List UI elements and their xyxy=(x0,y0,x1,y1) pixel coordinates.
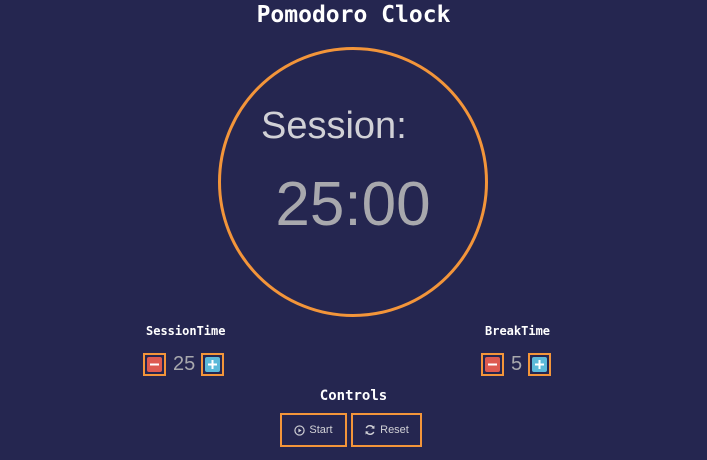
break-time-title: BreakTime xyxy=(485,324,551,338)
clock-time: 25:00 xyxy=(275,170,431,239)
controls-title: Controls xyxy=(319,388,388,404)
start-button-label: Start xyxy=(309,424,333,436)
break-decrement-button[interactable] xyxy=(481,353,504,376)
minus-icon xyxy=(488,363,497,366)
reset-button-label: Reset xyxy=(380,424,409,436)
play-circle-icon xyxy=(294,424,306,436)
session-increment-button[interactable] xyxy=(201,353,224,376)
page-title: Pomodoro Clock xyxy=(256,2,451,28)
plus-icon xyxy=(535,360,544,369)
session-decrement-button[interactable] xyxy=(143,353,166,376)
start-button[interactable]: Start xyxy=(280,413,347,447)
minus-icon xyxy=(150,363,159,366)
reset-button[interactable]: Reset xyxy=(351,413,422,447)
clock-display: Session: 25:00 xyxy=(218,47,488,317)
session-time-title: SessionTime xyxy=(146,324,226,338)
clock-mode-label: Session: xyxy=(261,105,407,147)
plus-icon xyxy=(208,360,217,369)
break-time-value: 5 xyxy=(511,353,523,375)
break-increment-button[interactable] xyxy=(528,353,551,376)
session-time-value: 25 xyxy=(173,353,196,375)
refresh-icon xyxy=(365,425,375,435)
